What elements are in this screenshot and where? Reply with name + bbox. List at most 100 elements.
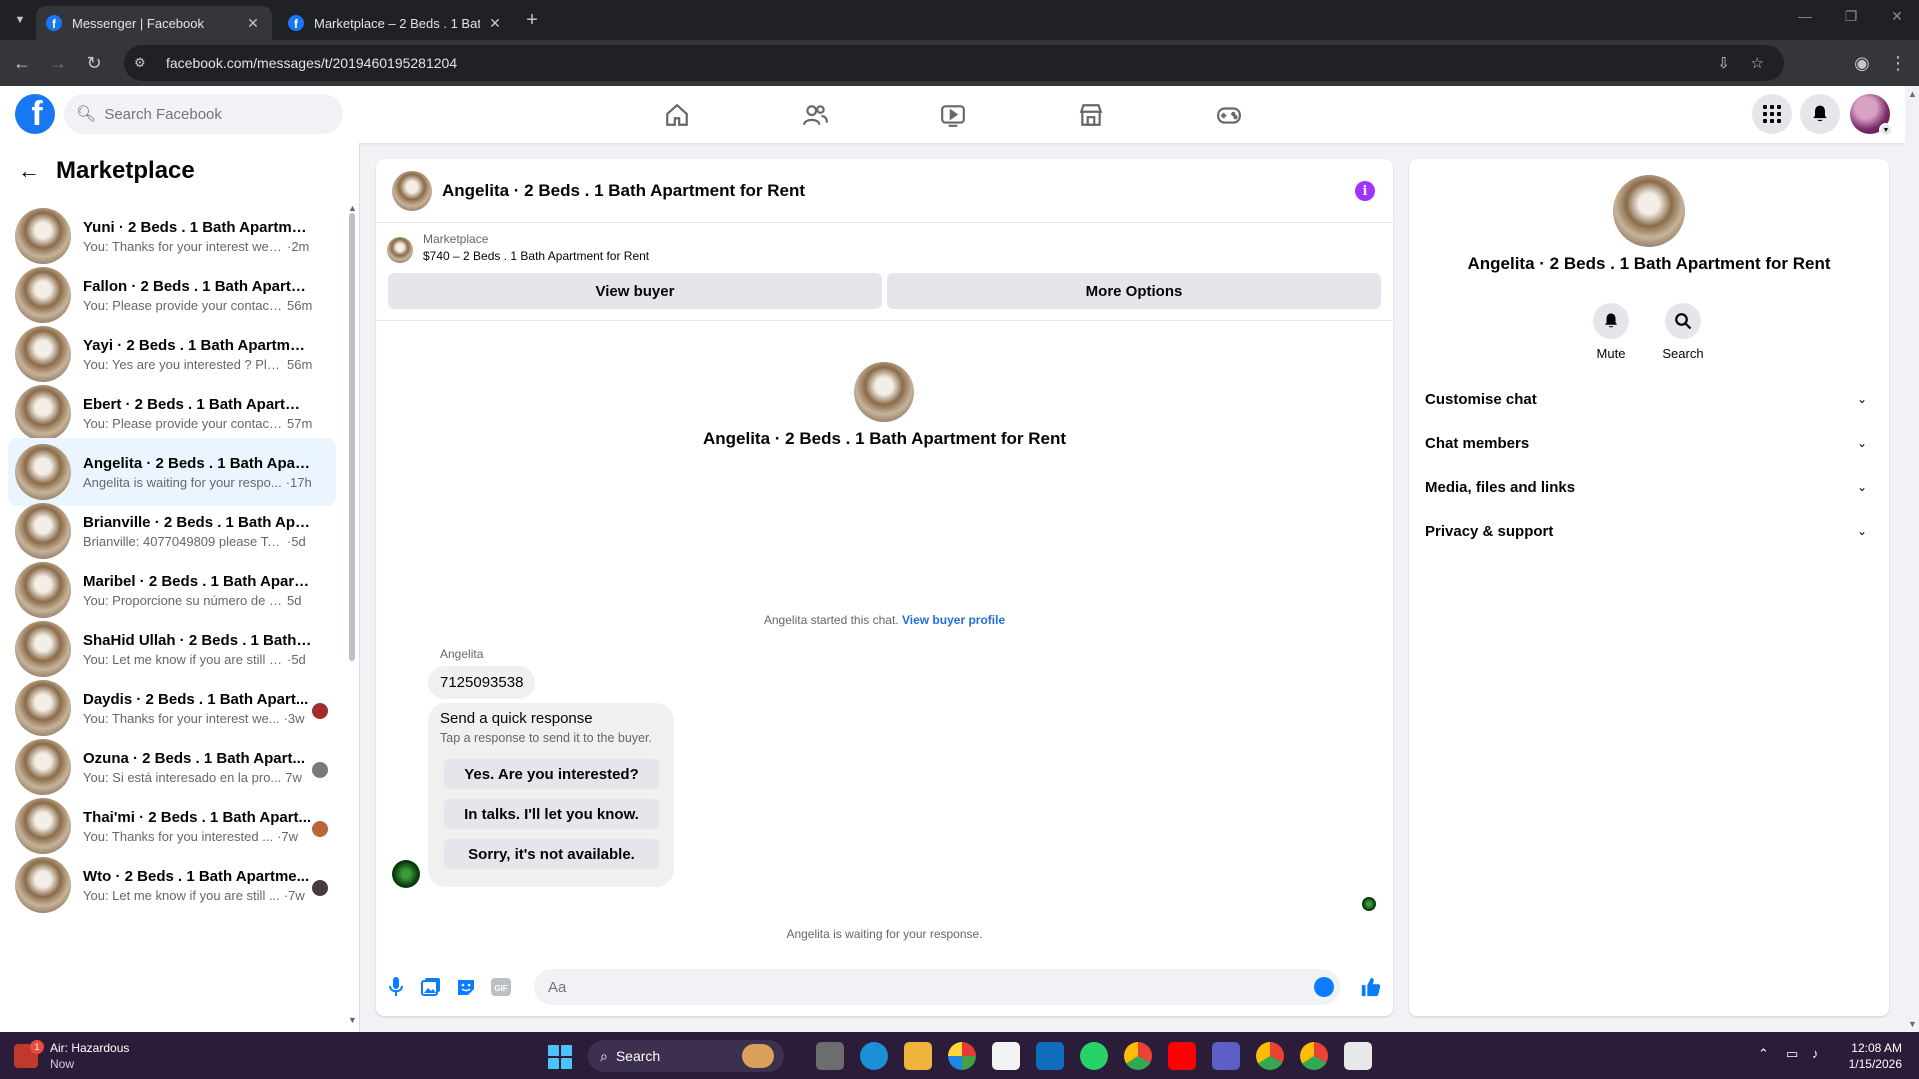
conversation-item[interactable]: Ebert · 2 Beds . 1 Bath Apartmen... You: … [8,379,336,447]
scroll-down-icon[interactable]: ▼ [1908,1019,1917,1029]
new-tab-button[interactable]: + [520,8,544,32]
sender-avatar[interactable] [392,860,420,888]
facebook-header: f 🔍︎ ▼ [0,86,1905,143]
listing-title[interactable]: $740 – 2 Beds . 1 Bath Apartment for Ren… [423,249,649,263]
message-input[interactable] [548,978,1248,996]
scroll-up-icon[interactable]: ▲ [1908,89,1917,99]
address-bar[interactable]: ⚙ facebook.com/messages/t/20194601952812… [124,45,1784,81]
conversation-text: Brianville · 2 Beds . 1 Bath Apart... Bri… [83,514,313,549]
conversation-item[interactable]: Brianville · 2 Beds . 1 Bath Apart... Bri… [8,497,336,565]
youtube-icon[interactable] [1168,1042,1196,1070]
scroll-up-icon[interactable]: ▲ [348,203,357,213]
conversation-item[interactable]: Wto · 2 Beds . 1 Bath Apartme... You: Let… [8,851,336,919]
like-thumb-icon[interactable] [1358,974,1384,1000]
mute-action[interactable]: Mute [1581,303,1641,361]
search-input[interactable] [104,105,305,123]
chrome-icon[interactable] [1124,1042,1152,1070]
more-options-button[interactable]: More Options [887,273,1381,309]
site-info-icon[interactable]: ⚙ [134,55,154,71]
conversation-item[interactable]: Fallon · 2 Beds . 1 Bath Apartme... You: … [8,261,336,329]
close-tab-icon[interactable]: ✕ [486,15,504,32]
view-buyer-button[interactable]: View buyer [388,273,882,309]
volume-icon[interactable]: ♪ [1812,1046,1819,1061]
gif-icon[interactable]: GIF [491,977,511,997]
chat-avatar[interactable] [392,170,432,211]
tray-expand-icon[interactable]: ⌃ [1758,1046,1769,1062]
chat-members-section[interactable]: Chat members ⌄ [1425,425,1873,461]
minimize-button[interactable]: — [1790,8,1820,24]
home-icon[interactable] [662,100,692,130]
gaming-icon[interactable] [1214,100,1244,130]
reload-button[interactable]: ↻ [82,51,106,75]
tab-marketplace[interactable]: f Marketplace – 2 Beds . 1 Bath A ✕ [278,6,514,40]
menu-kebab-icon[interactable]: ⋮ [1886,51,1910,75]
customise-chat-section[interactable]: Customise chat ⌄ [1425,381,1873,417]
bell-icon[interactable] [1593,303,1629,339]
file-explorer-icon[interactable] [904,1042,932,1070]
conversation-item[interactable]: ShaHid Ullah · 2 Beds . 1 Bath Ap... You:… [8,615,336,683]
facebook-logo[interactable]: f [15,94,55,134]
emoji-icon[interactable] [1314,977,1334,997]
conversation-item[interactable]: Yuni · 2 Beds . 1 Bath Apartment... You: … [8,202,336,270]
message-input-box[interactable] [534,969,1340,1005]
colorful-app-icon[interactable] [948,1042,976,1070]
close-tab-icon[interactable]: ✕ [244,15,262,32]
system-clock[interactable]: 12:08 AM 1/15/2026 [1842,1040,1902,1072]
conversation-item[interactable]: Maribel · 2 Beds . 1 Bath Apartm... You: … [8,556,336,624]
task-view-icon[interactable] [816,1042,844,1070]
friends-icon[interactable] [800,100,830,130]
forward-button[interactable]: → [46,51,70,75]
notifications-bell-icon[interactable] [1800,94,1840,134]
microphone-icon[interactable] [386,977,406,997]
bookmark-star-icon[interactable]: ☆ [1751,54,1764,72]
menu-grid-icon[interactable] [1752,94,1792,134]
chrome-profile-icon[interactable] [1256,1042,1284,1070]
app-icon[interactable] [1344,1042,1372,1070]
restore-button[interactable]: ❐ [1836,8,1866,25]
conversation-item[interactable]: Thai'mi · 2 Beds . 1 Bath Apart... You: T… [8,792,336,860]
network-icon[interactable]: ▭ [1786,1046,1798,1062]
sidebar-scrollbar[interactable]: ▲ ▼ [348,203,357,1025]
search-icon[interactable] [1665,303,1701,339]
close-window-button[interactable]: ✕ [1882,8,1912,25]
conversation-item[interactable]: Angelita · 2 Beds . 1 Bath Apart... Angel… [8,438,336,506]
view-buyer-profile-link[interactable]: View buyer profile [902,613,1005,627]
quick-reply-button[interactable]: In talks. I'll let you know. [444,799,659,829]
tab-messenger[interactable]: f Messenger | Facebook ✕ [36,6,272,40]
teams-icon[interactable] [1212,1042,1240,1070]
marketplace-icon[interactable] [1076,100,1106,130]
chrome-profile-icon[interactable] [1300,1042,1328,1070]
quick-reply-button[interactable]: Sorry, it's not available. [444,839,659,869]
tab-search-button[interactable]: ▼ [8,8,32,32]
sticker-icon[interactable] [456,977,476,997]
windows-start-icon[interactable] [548,1045,572,1069]
conversation-item[interactable]: Yayi · 2 Beds . 1 Bath Apartment ... You:… [8,320,336,388]
chat-title[interactable]: Angelita · 2 Beds . 1 Bath Apartment for… [442,181,805,201]
store-icon[interactable] [992,1042,1020,1070]
scroll-down-icon[interactable]: ▼ [348,1015,357,1025]
facebook-search[interactable]: 🔍︎ [64,94,343,134]
back-arrow-icon[interactable]: ← [18,158,40,184]
quick-reply-button[interactable]: Yes. Are you interested? [444,759,659,789]
conversation-item[interactable]: Ozuna · 2 Beds . 1 Bath Apart... You: Si … [8,733,336,801]
search-action[interactable]: Search [1653,303,1713,361]
weather-widget[interactable]: 1 Air: Hazardous Now [14,1040,129,1072]
install-app-icon[interactable]: ⇩ [1717,54,1730,72]
whatsapp-icon[interactable] [1080,1042,1108,1070]
video-icon[interactable] [938,100,968,130]
taskbar-search[interactable]: ⌕ Search [588,1040,784,1072]
scrollbar-thumb[interactable] [349,213,355,661]
account-avatar[interactable]: ▼ [1850,94,1893,137]
back-button[interactable]: ← [10,51,34,75]
message-bubble[interactable]: 7125093538 [428,666,536,699]
privacy-support-section[interactable]: Privacy & support ⌄ [1425,513,1873,549]
profile-icon[interactable]: ◉ [1850,51,1874,75]
media-files-links-section[interactable]: Media, files and links ⌄ [1425,469,1873,505]
conversation-item[interactable]: Daydis · 2 Beds . 1 Bath Apart... You: Th… [8,674,336,742]
photo-icon[interactable] [421,977,441,997]
page-scrollbar[interactable]: ▲ ▼ [1905,86,1919,1032]
outlook-icon[interactable] [1036,1042,1064,1070]
info-icon[interactable]: i [1355,181,1375,201]
edge-icon[interactable] [860,1042,888,1070]
url-text[interactable]: facebook.com/messages/t/2019460195281204 [166,55,457,71]
